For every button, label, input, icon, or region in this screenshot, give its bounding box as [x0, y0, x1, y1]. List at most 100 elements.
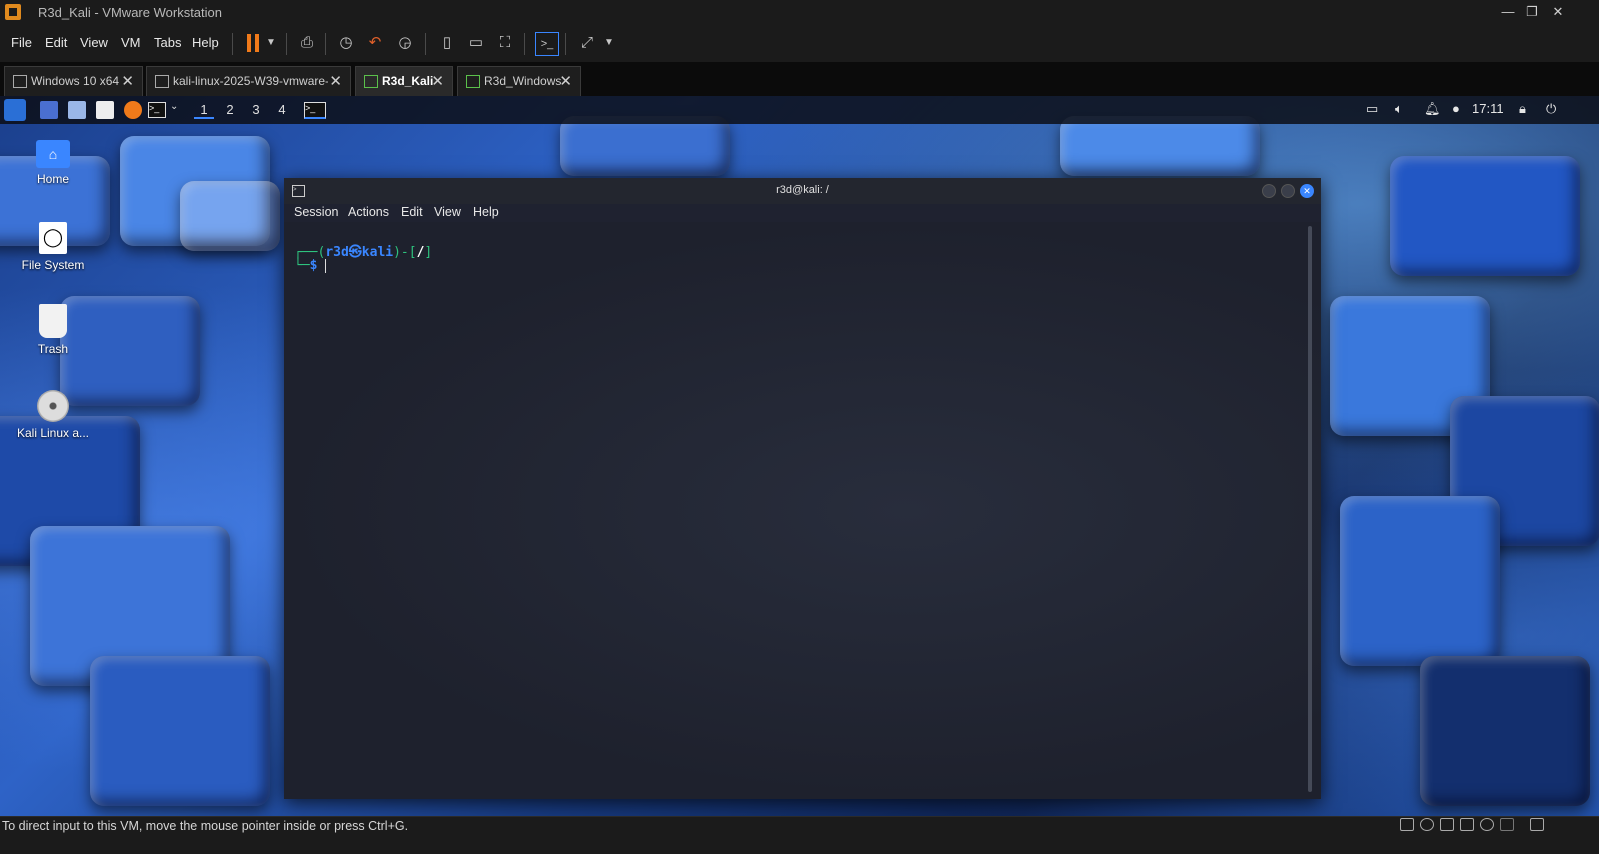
terminal-taskbar-icon[interactable]: >_ — [304, 102, 326, 119]
logout-icon[interactable]: ⏻ — [1546, 101, 1556, 117]
tab-r3d-kali[interactable]: R3d_Kali ✕ — [355, 66, 453, 96]
tab-kali-linux-vmware[interactable]: kali-linux-2025-W39-vmware-a... ✕ — [146, 66, 351, 96]
desktop-icon-trash[interactable]: Trash — [3, 304, 103, 356]
close-icon[interactable]: ✕ — [559, 72, 572, 90]
menu-file[interactable]: File — [11, 35, 32, 50]
wallpaper-shape — [90, 656, 270, 806]
minimize-icon[interactable] — [1262, 184, 1276, 198]
prompt-user-host: r3d㉿kali — [325, 245, 394, 260]
status-message: To direct input to this VM, move the mou… — [2, 819, 409, 833]
vm-running-icon — [466, 75, 480, 88]
thumbnail-bar-icon[interactable]: ▭ — [465, 32, 487, 54]
terminal-scrollbar[interactable] — [1308, 226, 1312, 792]
tab-r3d-windows[interactable]: R3d_Windows ✕ — [457, 66, 581, 96]
desktop-icon-home[interactable]: ⌂ Home — [3, 140, 103, 186]
sound-card-icon[interactable] — [1480, 818, 1494, 831]
notification-bell-icon[interactable]: 🔔︎ — [1424, 101, 1441, 117]
snapshot-icon[interactable]: ◷ — [335, 32, 357, 54]
library-icon[interactable]: ▯ — [436, 32, 458, 54]
volume-icon[interactable]: 🔈︎ — [1395, 101, 1403, 117]
text-cursor — [325, 258, 327, 273]
menu-tabs[interactable]: Tabs — [154, 35, 181, 50]
vm-display[interactable]: >_ ⌄ 1 2 3 4 >_ ▭ 🔈︎ 🔔︎ ● 17:11 🔒︎ ⏻ ⌂ H… — [0, 96, 1599, 816]
full-screen-icon[interactable]: ⛶ — [494, 32, 516, 54]
window-title: R3d_Kali - VMware Workstation — [38, 5, 222, 20]
display-icon[interactable] — [1500, 818, 1514, 831]
menu-toolbar: File Edit View VM Tabs Help ▼ ⎙ ◷ ↶ ◶ ▯ … — [0, 26, 1599, 62]
file-manager-icon[interactable] — [68, 101, 86, 119]
tab-windows-10[interactable]: Windows 10 x64 ✕ — [4, 66, 143, 96]
workspace-4[interactable]: 4 — [272, 102, 292, 117]
snapshot-manager-icon[interactable]: ◶ — [394, 32, 416, 54]
prompt-frame: )-[ — [393, 245, 417, 260]
revert-snapshot-icon[interactable]: ↶ — [364, 32, 386, 54]
restore-icon[interactable]: ❐ — [1521, 2, 1543, 22]
toolbar-separator — [325, 33, 326, 55]
terminal-title-bar[interactable]: > r3d@kali: / ✕ — [284, 178, 1321, 204]
menu-help[interactable]: Help — [473, 205, 499, 219]
workspace-3[interactable]: 3 — [246, 102, 266, 117]
tab-label: R3d_Kali — [382, 74, 434, 88]
toolbar-separator — [524, 33, 525, 55]
firefox-icon[interactable] — [124, 101, 142, 119]
workspace-2[interactable]: 2 — [220, 102, 240, 117]
close-icon[interactable]: ✕ — [329, 72, 342, 90]
menu-view[interactable]: View — [80, 35, 108, 50]
hard-disk-icon[interactable] — [1400, 818, 1414, 831]
stretch-guest-icon[interactable]: ⤢ — [576, 32, 598, 54]
close-icon[interactable]: ✕ — [121, 72, 134, 90]
vmware-title-bar: R3d_Kali - VMware Workstation — ❐ ✕ — [0, 0, 1599, 26]
close-icon[interactable]: ✕ — [1547, 2, 1569, 22]
tab-label: Windows 10 x64 — [31, 74, 120, 88]
terminal-output[interactable]: ┌──(r3d㉿kali)-[/] └─$ — [284, 222, 1321, 799]
menu-vm[interactable]: VM — [121, 35, 141, 50]
chevron-down-icon[interactable]: ▼ — [260, 32, 282, 54]
lock-icon[interactable]: 🔒︎ — [1519, 101, 1526, 117]
wallpaper-shape — [180, 181, 280, 251]
wallpaper-shape — [1420, 656, 1590, 806]
cd-dvd-icon[interactable] — [1420, 818, 1434, 831]
wallpaper-shape — [1060, 116, 1260, 176]
close-icon[interactable]: ✕ — [1300, 184, 1314, 198]
console-view-icon[interactable]: >_ — [535, 32, 559, 56]
trash-icon — [39, 304, 67, 338]
terminal-icon[interactable]: >_ — [148, 102, 166, 118]
wallpaper-shape — [1340, 496, 1500, 666]
pause-icon[interactable] — [246, 34, 260, 52]
menu-view[interactable]: View — [434, 205, 461, 219]
chevron-down-icon[interactable]: ▼ — [598, 32, 620, 54]
tab-label: kali-linux-2025-W39-vmware-a... — [173, 74, 328, 88]
vm-icon — [155, 75, 169, 88]
desktop-icon-label: Trash — [37, 342, 69, 356]
prompt-symbol: $ — [309, 258, 318, 273]
kali-menu-icon[interactable] — [4, 99, 26, 121]
prompt-line-2: └─$ — [294, 258, 327, 273]
update-icon[interactable]: ● — [1452, 101, 1460, 116]
message-log-icon[interactable] — [1530, 818, 1544, 831]
menu-actions[interactable]: Actions — [348, 205, 389, 219]
close-icon[interactable]: ✕ — [431, 72, 444, 90]
text-editor-icon[interactable] — [96, 101, 114, 119]
chevron-down-icon[interactable]: ⌄ — [170, 101, 188, 119]
desktop-icon-kali-disc[interactable]: Kali Linux a... — [3, 390, 103, 440]
display-icon[interactable]: ▭ — [1366, 101, 1378, 117]
prompt-frame: └─ — [294, 258, 310, 273]
usb-icon[interactable] — [1460, 818, 1474, 831]
terminal-title: r3d@kali: / — [776, 184, 829, 196]
tab-label: R3d_Windows — [484, 74, 562, 88]
terminal-window[interactable]: > r3d@kali: / ✕ Session Actions Edit Vie… — [284, 178, 1321, 799]
clock[interactable]: 17:11 — [1472, 101, 1504, 116]
menu-help[interactable]: Help — [192, 35, 219, 50]
maximize-icon[interactable] — [1281, 184, 1295, 198]
menu-session[interactable]: Session — [294, 205, 338, 219]
minimize-icon[interactable]: — — [1497, 2, 1519, 22]
send-ctrl-alt-del-icon[interactable]: ⎙ — [296, 32, 318, 54]
show-desktop-icon[interactable] — [40, 101, 58, 119]
desktop-icon-file-system[interactable]: ◯ File System — [3, 222, 103, 272]
network-adapter-icon[interactable] — [1440, 818, 1454, 831]
menu-edit[interactable]: Edit — [45, 35, 67, 50]
workspace-1[interactable]: 1 — [194, 102, 214, 119]
menu-edit[interactable]: Edit — [401, 205, 423, 219]
toolbar-separator — [565, 33, 566, 55]
desktop-icon-label: Home — [36, 172, 69, 186]
